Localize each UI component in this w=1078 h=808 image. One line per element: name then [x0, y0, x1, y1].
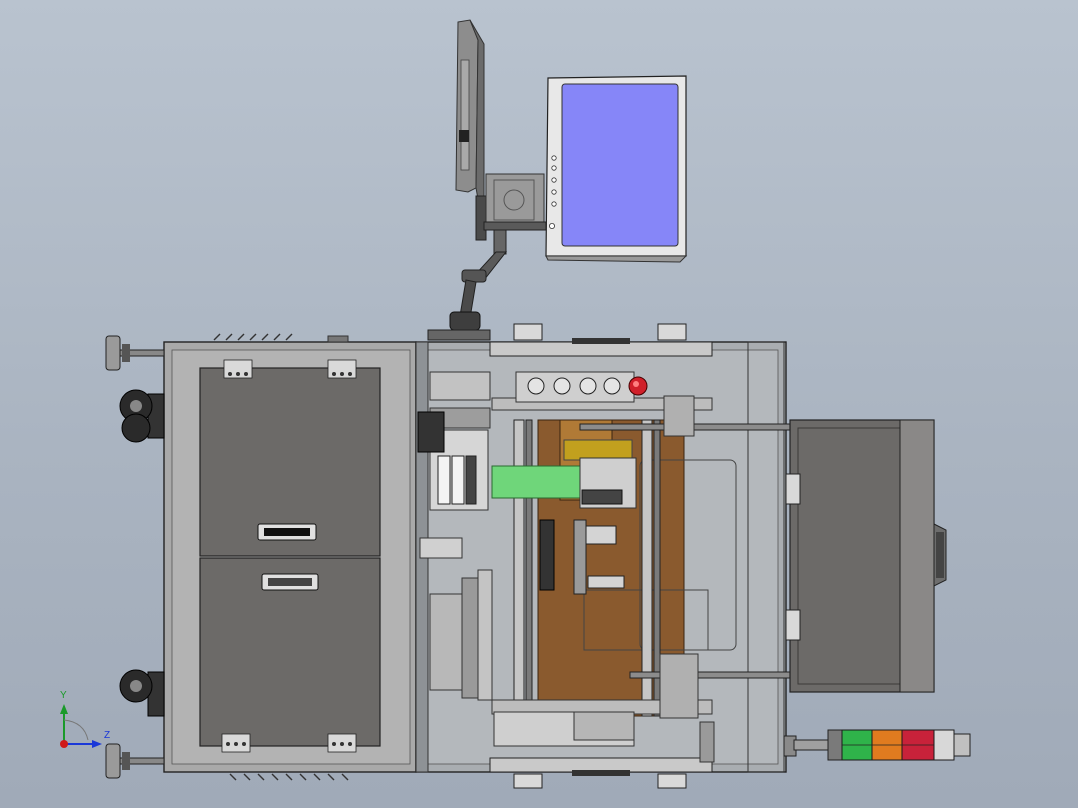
machine-frame[interactable]	[415, 323, 815, 789]
hinge-icon	[657, 773, 687, 789]
vent-fins-bottom	[229, 773, 349, 781]
door-handle-icon[interactable]	[933, 523, 947, 587]
hinge-icon	[657, 323, 687, 341]
coordinate-triad-icon	[60, 704, 102, 748]
caster-wheel-icon[interactable]	[119, 389, 165, 443]
hinge-icon	[513, 773, 543, 789]
vent-fins-top	[213, 333, 293, 341]
monitor-screen-icon	[561, 83, 679, 247]
green-carrier	[491, 465, 581, 499]
vesa-bracket	[485, 173, 545, 227]
triad-y-label: Y	[60, 690, 67, 701]
linear-guide	[525, 419, 533, 717]
leveling-foot-icon[interactable]	[105, 335, 165, 371]
leveling-foot-icon[interactable]	[105, 743, 165, 779]
articulated-monitor-arm-icon[interactable]	[427, 229, 508, 341]
cad-viewport[interactable]	[0, 0, 1078, 808]
drawer-handle-icon[interactable]	[261, 573, 319, 591]
hinge-icon	[785, 473, 801, 505]
hinge-icon	[785, 609, 801, 641]
signal-tower-light-icon[interactable]	[783, 729, 971, 761]
emergency-stop-button-icon[interactable]	[628, 376, 648, 396]
monitor[interactable]	[545, 75, 688, 263]
folded-monitor	[455, 19, 487, 241]
hinge-icon	[513, 323, 543, 341]
linear-guide	[513, 419, 525, 717]
left-cabinet[interactable]	[163, 333, 417, 781]
caster-wheel-icon[interactable]	[119, 669, 165, 717]
right-access-door[interactable]	[785, 419, 947, 693]
monitor-arm-assembly[interactable]	[427, 19, 688, 341]
triad-z-label: Z	[104, 730, 111, 741]
drawer-handle-icon[interactable]	[257, 523, 317, 541]
